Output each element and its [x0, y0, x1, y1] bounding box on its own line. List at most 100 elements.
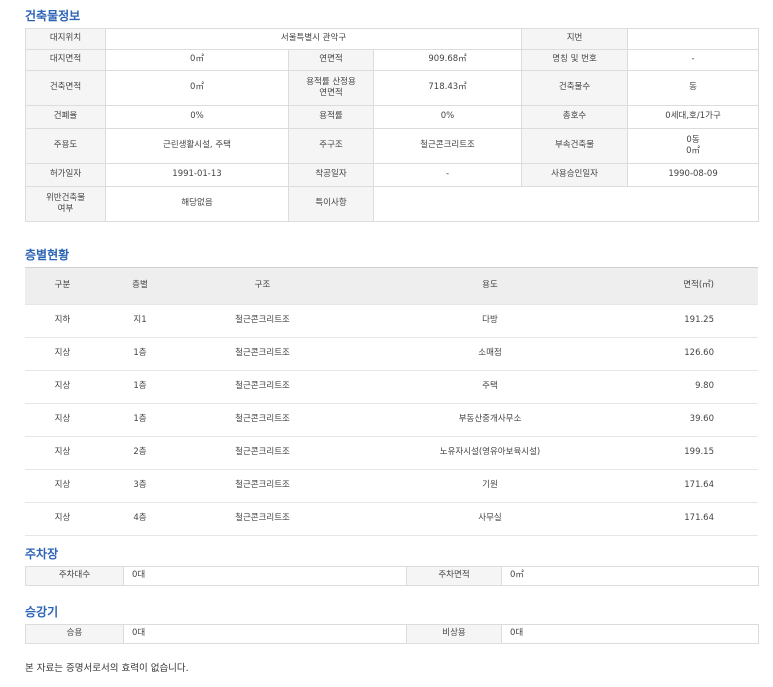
floor-cell-division: 지상: [25, 370, 100, 404]
parking-area-value: 0㎡: [501, 566, 759, 586]
violation-label: 위반건축물 여부: [25, 186, 106, 222]
floor-cell-area: 171.64: [635, 502, 758, 536]
violation-label-line1: 위반건축물: [45, 192, 86, 203]
info-row-building-area: 건축면적 0㎡ 용적률 산정용 연면적 718.43㎡ 건축물수 동: [25, 70, 760, 106]
floor-header-structure: 구조: [180, 267, 345, 305]
info-row-area: 대지면적 0㎡ 연면적 909.68㎡ 명칭 및 번호 -: [25, 49, 760, 71]
floor-cell-area: 199.15: [635, 436, 758, 470]
table-row: 지상 1층 철근콘크리트조 주택 9.80: [25, 370, 758, 404]
site-location-label: 대지위치: [25, 28, 106, 50]
floor-cell-use: 기원: [345, 469, 635, 503]
floor-cell-area: 126.60: [635, 337, 758, 371]
households-value: 0세대,호/1가구: [627, 105, 760, 129]
floor-cell-use: 부동산중개사무소: [345, 403, 635, 437]
floor-cell-structure: 철근콘크리트조: [180, 403, 345, 437]
far-area-label-line1: 용적률 산정용: [306, 76, 356, 87]
floor-cell-area: 39.60: [635, 403, 758, 437]
site-location-value: 서울특별시 관악구: [104, 28, 523, 50]
floor-cell-floor: 1층: [100, 370, 180, 404]
annex-label: 부속건축물: [521, 128, 629, 164]
name-number-label: 명칭 및 번호: [521, 49, 629, 71]
section-title-building-info: 건축물정보: [25, 9, 81, 23]
annex-count: 0동: [686, 134, 700, 145]
floor-cell-division: 지상: [25, 436, 100, 470]
floor-cell-area: 171.64: [635, 469, 758, 503]
info-row-dates: 허가일자 1991-01-13 착공일자 - 사용승인일자 1990-08-09: [25, 163, 760, 187]
main-structure-value: 철근콘크리트조: [372, 128, 523, 164]
info-row-use: 주용도 근린생활시설, 주택 주구조 철근콘크리트조 부속건축물 0동 0㎡: [25, 128, 760, 164]
floor-cell-use: 주택: [345, 370, 635, 404]
floor-cell-floor: 1층: [100, 337, 180, 371]
annex-area: 0㎡: [686, 146, 700, 156]
floor-cell-floor: 3층: [100, 469, 180, 503]
table-row: 지상 1층 철근콘크리트조 부동산중개사무소 39.60: [25, 403, 758, 437]
disclaimer-note: 본 자료는 증명서로서의 효력이 없습니다.: [25, 663, 189, 674]
elevator-emergency-value: 0대: [501, 624, 759, 644]
far-area-label-line2: 연면적: [319, 88, 343, 98]
floor-header-division: 구분: [25, 267, 100, 305]
floor-cell-floor: 2층: [100, 436, 180, 470]
far-label: 용적률: [288, 105, 374, 129]
section-title-elevator: 승강기: [25, 605, 59, 619]
building-count-label: 건축물수: [521, 70, 629, 106]
approval-date-label: 사용승인일자: [521, 163, 629, 187]
floor-cell-structure: 철근콘크리트조: [180, 469, 345, 503]
name-number-value: -: [627, 49, 760, 71]
info-row-ratio: 건폐율 0% 용적률 0% 총호수 0세대,호/1가구: [25, 105, 760, 129]
site-area-value: 0㎡: [105, 49, 289, 71]
table-row: 지상 1층 철근콘크리트조 소매점 126.60: [25, 337, 758, 371]
table-row: 지하 지1 철근콘크리트조 다방 191.25: [25, 304, 758, 338]
table-row: 지상 4층 철근콘크리트조 사무실 171.64: [25, 502, 758, 536]
elevator-emergency-label: 비상용: [406, 624, 502, 644]
floor-cell-floor: 1층: [100, 403, 180, 437]
floor-cell-structure: 철근콘크리트조: [180, 337, 345, 371]
approval-date-value: 1990-08-09: [627, 163, 760, 187]
building-area-label: 건축면적: [25, 70, 106, 106]
total-floor-area-label: 연면적: [288, 49, 374, 71]
floor-cell-division: 지하: [25, 304, 100, 338]
start-date-value: -: [372, 163, 523, 187]
households-label: 총호수: [521, 105, 629, 129]
annex-value: 0동 0㎡: [627, 128, 760, 164]
floor-cell-use: 노유자시설(영유아보육시설): [345, 436, 635, 470]
elevator-passenger-value: 0대: [123, 624, 407, 644]
floor-cell-use: 사무실: [345, 502, 635, 536]
floor-cell-area: 191.25: [635, 304, 758, 338]
violation-label-line2: 여부: [57, 204, 74, 214]
floor-header-floor: 층별: [100, 267, 180, 305]
far-area-value: 718.43㎡: [372, 70, 523, 106]
floor-cell-structure: 철근콘크리트조: [180, 304, 345, 338]
table-row: 지상 2층 철근콘크리트조 노유자시설(영유아보육시설) 199.15: [25, 436, 758, 470]
main-use-label: 주용도: [25, 128, 106, 164]
info-row-location: 대지위치 서울특별시 관악구 지번: [25, 28, 760, 50]
main-use-value: 근린생활시설, 주택: [105, 128, 289, 164]
floor-header-area: 면적(㎡): [635, 267, 758, 305]
elevator-row: 승용 0대 비상용 0대: [25, 624, 759, 644]
special-value: [372, 186, 760, 222]
lot-value: [627, 28, 760, 50]
elevator-passenger-label: 승용: [25, 624, 124, 644]
coverage-value: 0%: [105, 105, 289, 129]
floor-cell-division: 지상: [25, 469, 100, 503]
floor-cell-division: 지상: [25, 403, 100, 437]
start-date-label: 착공일자: [288, 163, 374, 187]
floor-cell-structure: 철근콘크리트조: [180, 370, 345, 404]
floor-cell-area: 9.80: [635, 370, 758, 404]
lot-label: 지번: [521, 28, 629, 50]
permit-date-label: 허가일자: [25, 163, 106, 187]
floor-header-use: 용도: [345, 267, 635, 305]
floor-cell-floor: 지1: [100, 304, 180, 338]
site-area-label: 대지면적: [25, 49, 106, 71]
total-floor-area-value: 909.68㎡: [372, 49, 523, 71]
floor-cell-division: 지상: [25, 337, 100, 371]
far-area-label: 용적률 산정용 연면적: [288, 70, 374, 106]
coverage-label: 건폐율: [25, 105, 106, 129]
floor-cell-structure: 철근콘크리트조: [180, 502, 345, 536]
elevator-table: 승용 0대 비상용 0대: [25, 624, 759, 644]
building-count-value: 동: [627, 70, 760, 106]
floor-cell-use: 다방: [345, 304, 635, 338]
main-structure-label: 주구조: [288, 128, 374, 164]
floor-cell-use: 소매점: [345, 337, 635, 371]
violation-value: 해당없음: [105, 186, 289, 222]
info-row-violation: 위반건축물 여부 해당없음 특이사항: [25, 186, 760, 222]
